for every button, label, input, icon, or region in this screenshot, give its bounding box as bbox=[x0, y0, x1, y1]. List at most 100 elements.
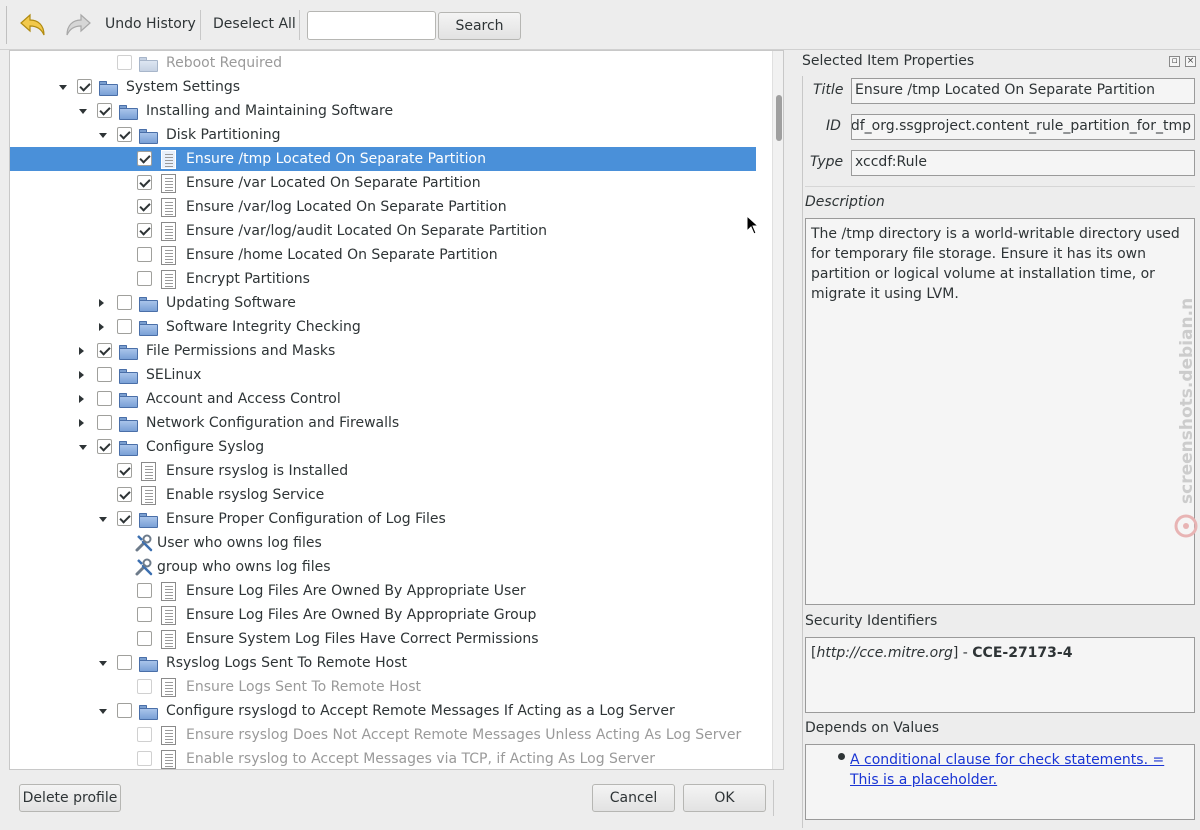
close-icon[interactable]: × bbox=[1185, 56, 1196, 67]
tree-row[interactable]: Installing and Maintaining Software bbox=[10, 99, 756, 123]
expand-arrow-icon[interactable] bbox=[99, 299, 104, 307]
rule-checkbox[interactable] bbox=[137, 751, 152, 766]
rule-checkbox[interactable] bbox=[97, 439, 112, 454]
tree-row[interactable]: Ensure System Log Files Have Correct Per… bbox=[10, 627, 756, 651]
collapse-arrow-icon[interactable] bbox=[99, 517, 107, 522]
tree-row[interactable]: Disk Partitioning bbox=[10, 123, 756, 147]
tree-row[interactable]: Encrypt Partitions bbox=[10, 267, 756, 291]
tree-row[interactable]: System Settings bbox=[10, 75, 756, 99]
search-button[interactable]: Search bbox=[438, 12, 521, 40]
tree-row[interactable]: Configure Syslog bbox=[10, 435, 756, 459]
tree-row[interactable]: Enable rsyslog to Accept Messages via TC… bbox=[10, 747, 756, 769]
rule-checkbox[interactable] bbox=[137, 607, 152, 622]
tree-row[interactable]: SELinux bbox=[10, 363, 756, 387]
depends-link[interactable]: A conditional clause for check statement… bbox=[850, 752, 1164, 788]
rule-checkbox[interactable] bbox=[137, 175, 152, 190]
rule-checkbox[interactable] bbox=[137, 583, 152, 598]
tree-row[interactable]: Ensure /var/log/audit Located On Separat… bbox=[10, 219, 756, 243]
document-icon bbox=[158, 725, 178, 745]
rule-checkbox[interactable] bbox=[97, 103, 112, 118]
rule-checkbox[interactable] bbox=[117, 319, 132, 334]
expand-arrow-icon[interactable] bbox=[79, 419, 84, 427]
rule-checkbox[interactable] bbox=[137, 631, 152, 646]
rule-checkbox[interactable] bbox=[97, 343, 112, 358]
type-field[interactable]: xccdf:Rule bbox=[851, 150, 1195, 176]
tree-row-label: Encrypt Partitions bbox=[186, 271, 310, 287]
tree-row[interactable]: Ensure Log Files Are Owned By Appropriat… bbox=[10, 603, 756, 627]
title-field[interactable]: Ensure /tmp Located On Separate Partitio… bbox=[851, 78, 1195, 104]
rule-checkbox[interactable] bbox=[97, 367, 112, 382]
rule-checkbox[interactable] bbox=[117, 655, 132, 670]
undo-history-button[interactable]: Undo History bbox=[105, 16, 196, 32]
tree-row[interactable]: Ensure /home Located On Separate Partiti… bbox=[10, 243, 756, 267]
collapse-arrow-icon[interactable] bbox=[99, 709, 107, 714]
cancel-button[interactable]: Cancel bbox=[592, 784, 675, 812]
collapse-arrow-icon[interactable] bbox=[99, 133, 107, 138]
rule-tree-panel: Reboot Required System Settings Installing… bbox=[9, 50, 784, 770]
folder-icon bbox=[118, 101, 138, 121]
redo-icon[interactable] bbox=[60, 8, 96, 42]
tree-row[interactable]: Ensure Proper Configuration of Log Files bbox=[10, 507, 756, 531]
rule-checkbox[interactable] bbox=[137, 727, 152, 742]
tree-row[interactable]: Ensure rsyslog is Installed bbox=[10, 459, 756, 483]
undo-icon[interactable] bbox=[15, 8, 51, 42]
collapse-arrow-icon[interactable] bbox=[79, 445, 87, 450]
tree-row[interactable]: Enable rsyslog Service bbox=[10, 483, 756, 507]
tree-row[interactable]: Account and Access Control bbox=[10, 387, 756, 411]
expand-arrow-icon[interactable] bbox=[79, 395, 84, 403]
detach-icon[interactable]: ▫ bbox=[1169, 56, 1180, 67]
tree-row[interactable]: Software Integrity Checking bbox=[10, 315, 756, 339]
id-field[interactable]: xccdf_org.ssgproject.content_rule_partit… bbox=[851, 114, 1195, 140]
rule-checkbox[interactable] bbox=[117, 511, 132, 526]
rule-checkbox[interactable] bbox=[137, 679, 152, 694]
tree-row[interactable]: Ensure Logs Sent To Remote Host bbox=[10, 675, 756, 699]
rule-checkbox[interactable] bbox=[117, 703, 132, 718]
title-label: Title bbox=[813, 82, 844, 98]
rule-checkbox[interactable] bbox=[117, 487, 132, 502]
tree-row[interactable]: Ensure rsyslog Does Not Accept Remote Me… bbox=[10, 723, 756, 747]
bullet-icon bbox=[838, 753, 845, 760]
rule-checkbox[interactable] bbox=[137, 247, 152, 262]
expand-arrow-icon[interactable] bbox=[79, 347, 84, 355]
rule-tree[interactable]: Reboot Required System Settings Installing… bbox=[10, 51, 772, 769]
folder-icon bbox=[138, 653, 158, 673]
tree-scrollbar-thumb[interactable] bbox=[776, 95, 782, 141]
deselect-all-button[interactable]: Deselect All bbox=[213, 16, 296, 32]
collapse-arrow-icon[interactable] bbox=[59, 85, 67, 90]
rule-checkbox[interactable] bbox=[137, 271, 152, 286]
rule-checkbox[interactable] bbox=[97, 415, 112, 430]
ok-button[interactable]: OK bbox=[683, 784, 766, 812]
depends-on-values-box: A conditional clause for check statement… bbox=[805, 744, 1195, 820]
document-icon bbox=[158, 749, 178, 769]
collapse-arrow-icon[interactable] bbox=[79, 109, 87, 114]
rule-checkbox[interactable] bbox=[117, 463, 132, 478]
rule-checkbox[interactable] bbox=[77, 79, 92, 94]
rule-checkbox[interactable] bbox=[117, 127, 132, 142]
rule-checkbox[interactable] bbox=[117, 295, 132, 310]
tree-row[interactable]: File Permissions and Masks bbox=[10, 339, 756, 363]
tree-row[interactable]: User who owns log files bbox=[10, 531, 756, 555]
rule-checkbox[interactable] bbox=[137, 199, 152, 214]
expand-arrow-icon[interactable] bbox=[79, 371, 84, 379]
delete-profile-button[interactable]: Delete profile bbox=[19, 784, 121, 812]
rule-checkbox[interactable] bbox=[117, 55, 132, 70]
tree-row-label: Ensure rsyslog Does Not Accept Remote Me… bbox=[186, 727, 742, 743]
tree-row[interactable]: Ensure /var/log Located On Separate Part… bbox=[10, 195, 756, 219]
tree-row[interactable]: Network Configuration and Firewalls bbox=[10, 411, 756, 435]
tree-row[interactable]: Updating Software bbox=[10, 291, 756, 315]
tree-row[interactable]: Reboot Required bbox=[10, 51, 756, 75]
collapse-arrow-icon[interactable] bbox=[99, 661, 107, 666]
folder-icon bbox=[138, 509, 158, 529]
search-input[interactable] bbox=[307, 11, 436, 40]
tree-scrollbar[interactable] bbox=[772, 51, 783, 769]
expand-arrow-icon[interactable] bbox=[99, 323, 104, 331]
tree-row[interactable]: Configure rsyslogd to Accept Remote Mess… bbox=[10, 699, 756, 723]
tree-row[interactable]: Rsyslog Logs Sent To Remote Host bbox=[10, 651, 756, 675]
tree-row[interactable]: group who owns log files bbox=[10, 555, 756, 579]
rule-checkbox[interactable] bbox=[97, 391, 112, 406]
tree-row[interactable]: Ensure /tmp Located On Separate Partitio… bbox=[10, 147, 756, 171]
rule-checkbox[interactable] bbox=[137, 223, 152, 238]
tree-row[interactable]: Ensure Log Files Are Owned By Appropriat… bbox=[10, 579, 756, 603]
rule-checkbox[interactable] bbox=[137, 151, 152, 166]
tree-row[interactable]: Ensure /var Located On Separate Partitio… bbox=[10, 171, 756, 195]
